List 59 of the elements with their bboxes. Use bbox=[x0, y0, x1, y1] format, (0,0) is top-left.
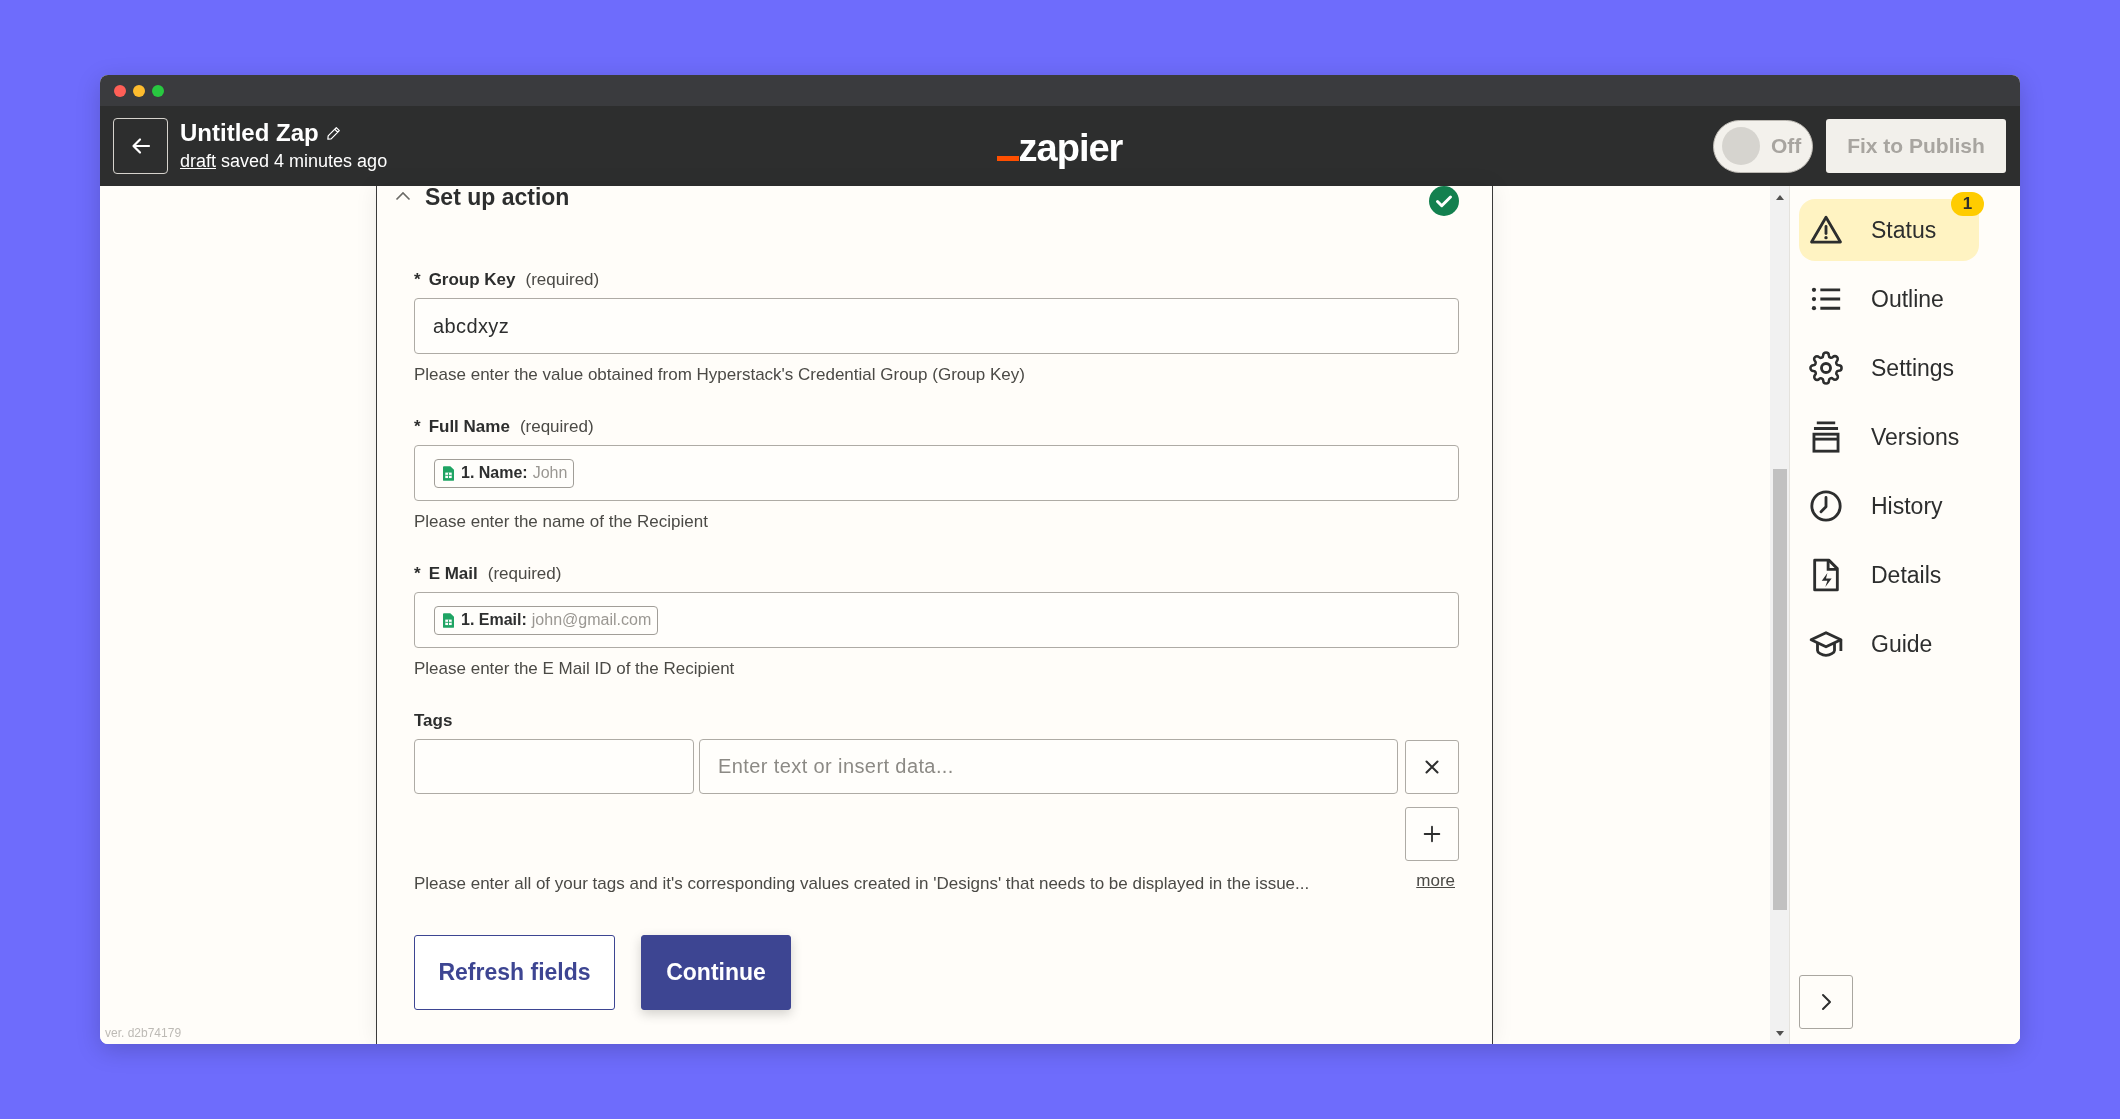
help-text: Please enter the name of the Recipient bbox=[414, 511, 708, 533]
plus-icon bbox=[1421, 823, 1443, 845]
continue-button[interactable]: Continue bbox=[641, 935, 791, 1010]
scroll-up-icon[interactable] bbox=[1775, 195, 1784, 200]
save-status: draft saved 4 minutes ago bbox=[180, 150, 388, 173]
help-text: Please enter the E Mail ID of the Recipient bbox=[414, 658, 735, 680]
key-field[interactable] bbox=[414, 739, 694, 794]
help-text: Please enter all of your tags and it's corresponding values created in 'Designs' that needs to be displayed in the issue... bbox=[414, 873, 1310, 895]
section-title: Set up action bbox=[425, 186, 570, 208]
input-field[interactable]: 1. Name: John bbox=[414, 445, 1459, 501]
add-row-button[interactable] bbox=[1405, 807, 1459, 861]
sidebar-item[interactable]: Settings bbox=[1799, 337, 1979, 399]
logo-wordmark[interactable]: zapier bbox=[1018, 126, 1123, 170]
sidebar-item[interactable]: Versions bbox=[1799, 406, 1979, 468]
clock-icon bbox=[1809, 489, 1843, 523]
sidebar-item[interactable]: Details bbox=[1799, 544, 1979, 606]
back-button[interactable] bbox=[113, 118, 168, 174]
pill-value: John bbox=[532, 464, 568, 482]
pill-label: 1. Email: bbox=[461, 611, 527, 629]
gear-icon bbox=[1809, 351, 1843, 385]
data-pill[interactable]: 1. Email: john@gmail.com bbox=[434, 605, 659, 635]
text-field[interactable]: abcdxyz bbox=[414, 298, 1459, 354]
remove-row-button[interactable] bbox=[1405, 739, 1459, 794]
window-maximize-icon[interactable] bbox=[152, 84, 164, 97]
sidebar-item[interactable]: Guide bbox=[1799, 613, 1979, 675]
pill-label: 1. Name: bbox=[461, 464, 528, 482]
sidebar-item[interactable]: History bbox=[1799, 475, 1979, 537]
value-field[interactable]: Enter text or insert data... bbox=[699, 739, 1398, 794]
logo-bar-icon bbox=[996, 156, 1019, 161]
field-label: Full Name bbox=[428, 417, 510, 437]
refresh-button[interactable]: Refresh fields bbox=[414, 935, 615, 1010]
help-text: Please enter the value obtained from Hyperstack's Credential Group (Group Key) bbox=[414, 364, 1025, 386]
required-asterisk: * bbox=[414, 564, 421, 584]
field-label: Group Key bbox=[428, 270, 516, 290]
more-link[interactable]: more bbox=[1416, 870, 1455, 892]
required-asterisk: * bbox=[414, 417, 421, 437]
count-badge: 1 bbox=[1951, 192, 1984, 216]
toggle-knob-icon bbox=[1722, 127, 1760, 165]
sidebar-item[interactable]: Outline bbox=[1799, 268, 1979, 330]
spreadsheet-icon bbox=[443, 612, 454, 628]
required-note: (required) bbox=[487, 564, 562, 584]
window-minimize-icon[interactable] bbox=[133, 84, 145, 97]
data-pill[interactable]: 1. Name: John bbox=[434, 458, 575, 488]
input-field[interactable]: 1. Email: john@gmail.com bbox=[414, 592, 1459, 648]
scrollbar-thumb[interactable] bbox=[1772, 469, 1787, 910]
window-close-icon[interactable] bbox=[114, 84, 126, 97]
pencil-icon[interactable] bbox=[325, 125, 341, 141]
required-note: (required) bbox=[519, 417, 594, 437]
version-label: ver. d2b74179 bbox=[105, 1026, 182, 1040]
required-note: (required) bbox=[525, 270, 600, 290]
scrollbar[interactable] bbox=[1770, 186, 1789, 1044]
field-label: E Mail bbox=[428, 564, 478, 584]
scroll-down-icon[interactable] bbox=[1775, 1031, 1784, 1036]
chevron-up-icon[interactable] bbox=[395, 191, 411, 201]
draft-link[interactable]: draft bbox=[180, 151, 217, 171]
required-asterisk: * bbox=[414, 270, 421, 290]
field-label: Tags bbox=[414, 711, 453, 731]
zap-title: Untitled Zap bbox=[180, 119, 319, 147]
spreadsheet-icon bbox=[443, 465, 454, 481]
